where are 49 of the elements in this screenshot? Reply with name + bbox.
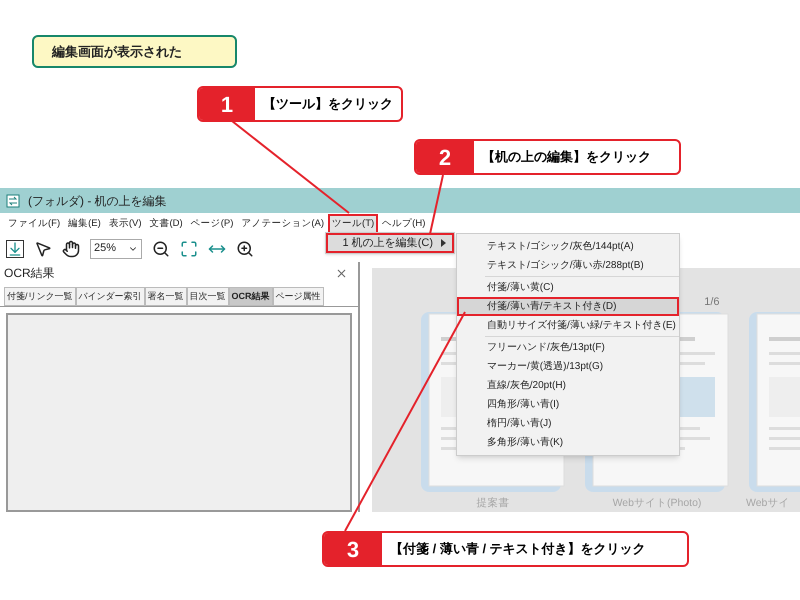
step-number: 2 [416,141,474,173]
menu-item[interactable]: 文書(D) [145,214,187,234]
thumbnail-label: Webサイ [746,496,790,511]
panel-tab[interactable]: 付箋/リンク一覧 [4,287,76,306]
menu-item[interactable]: ヘルプ(H) [378,214,430,234]
step-instruction: 【机の上の編集】をクリック [481,148,652,166]
menu-option[interactable]: 付箋/薄い黄(C) [457,278,679,297]
step-number: 3 [324,533,382,565]
thumbnail-label: 提案書 [476,496,510,511]
heading-label: 編集画面が表示された [32,35,237,68]
thumbnail-label: Webサイト(Photo) [612,496,702,511]
menu-option[interactable]: テキスト/ゴシック/灰色/144pt(A) [457,237,679,256]
submenu-arrow-icon [441,239,446,247]
menu-option[interactable]: 多角形/薄い青(K) [457,433,679,452]
pointer-icon[interactable] [34,240,52,258]
step-instruction: 【ツール】をクリック [262,95,394,114]
panel-tab[interactable]: ページ属性 [272,287,324,306]
hand-icon[interactable] [62,240,80,258]
zoom-out-icon[interactable] [152,240,170,258]
panel-tab[interactable]: 目次一覧 [186,287,229,306]
panel-tab[interactable]: 署名一覧 [144,287,187,306]
panel-tab[interactable]: OCR結果 [228,287,273,306]
menu-option[interactable]: マーカー/黄(透過)/13pt(G) [457,357,679,376]
menu-option[interactable]: 付箋/薄い青/テキスト付き(D) [457,297,679,316]
menu-option[interactable]: 自動リサイズ付箋/薄い緑/テキスト付き(E) [457,316,679,335]
zoom-in-icon[interactable] [236,240,254,258]
page-count: 1/6 [704,295,720,310]
menu-item[interactable]: アノテーション(A) [237,214,328,234]
menu-option[interactable]: フリーハンド/灰色/13pt(F) [457,338,679,357]
window-title: (フォルダ) - 机の上を編集 [28,192,167,210]
panel-title: OCR結果 [4,265,55,282]
step-number: 1 [199,88,255,120]
menu-option[interactable]: 楕円/薄い青(J) [457,414,679,433]
menu-item[interactable]: 編集(E) [64,214,105,234]
fit-page-icon[interactable] [180,240,198,258]
menu-option[interactable]: 四角形/薄い青(I) [457,395,679,414]
menu-item[interactable]: ページ(P) [186,214,238,234]
menu-option[interactable]: テキスト/ゴシック/薄い赤/288pt(B) [457,256,679,275]
app-icon [6,194,20,208]
close-icon[interactable] [335,266,348,280]
step-instruction: 【付箋 / 薄い青 / テキスト付き】をクリック [389,540,647,558]
menu-option[interactable]: 1 机の上を編集(C) [326,233,454,253]
import-icon[interactable] [6,240,24,258]
menu-item[interactable]: ファイル(F) [4,214,64,234]
menu-item[interactable]: ツール(T) [328,214,378,234]
zoom-select[interactable]: 25% [90,238,142,258]
menu-option[interactable]: 直線/灰色/20pt(H) [457,376,679,395]
panel-tab[interactable]: バインダー索引 [76,287,145,306]
menu-item[interactable]: 表示(V) [104,214,146,234]
